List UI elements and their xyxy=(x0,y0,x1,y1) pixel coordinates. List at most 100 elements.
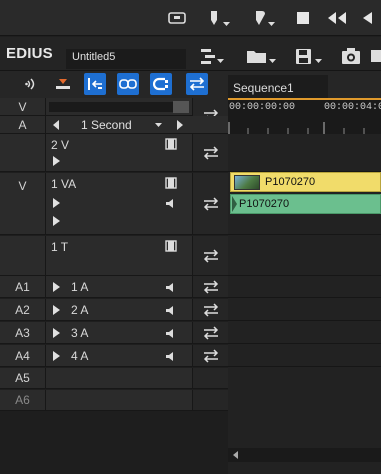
track-patch[interactable]: A4 xyxy=(0,345,46,366)
track-header-a5[interactable]: A5 xyxy=(0,368,228,389)
video-film-icon[interactable] xyxy=(165,177,177,189)
track-header-1t[interactable]: 1 T xyxy=(0,236,228,276)
track-patch[interactable] xyxy=(0,134,46,171)
track-sync-slot xyxy=(192,368,228,388)
video-clip[interactable]: P1070270 xyxy=(230,172,381,192)
rewind-icon xyxy=(328,12,346,24)
video-patch-row: V xyxy=(0,98,228,134)
speaker-icon[interactable] xyxy=(165,198,177,209)
sync-lock-button[interactable] xyxy=(186,73,208,95)
stop-button[interactable] xyxy=(292,6,314,30)
sync-arrows-icon xyxy=(203,348,218,363)
chevron-left-icon[interactable] xyxy=(53,120,60,130)
video-film-icon[interactable] xyxy=(165,138,177,150)
track-sync-button[interactable] xyxy=(192,322,228,343)
audio-waves-icon xyxy=(25,78,35,90)
chevron-down-icon[interactable] xyxy=(155,123,162,128)
expand-arrow-icon[interactable] xyxy=(53,351,60,361)
track-sync-button[interactable] xyxy=(192,299,228,320)
track-header-a3[interactable]: A3 3 A xyxy=(0,322,228,344)
track-header-a2[interactable]: A2 2 A xyxy=(0,299,228,321)
audio-monitor-button[interactable] xyxy=(22,73,44,95)
ripple-mode-button[interactable] xyxy=(84,73,106,95)
timeline-row-a3[interactable] xyxy=(228,322,381,344)
chevron-down-icon xyxy=(223,22,230,26)
track-sync-button[interactable] xyxy=(192,134,228,171)
ruler-ticks xyxy=(228,122,365,134)
video-patch-slider[interactable] xyxy=(47,98,191,115)
expand-arrow-icon[interactable] xyxy=(53,305,60,315)
video-film-icon[interactable] xyxy=(165,240,177,252)
audio-clip-label: P1070270 xyxy=(239,198,290,210)
track-sync-button[interactable] xyxy=(192,345,228,366)
marker-icon xyxy=(168,12,186,24)
expand-arrow-icon[interactable] xyxy=(53,198,60,208)
speaker-icon[interactable] xyxy=(165,282,177,293)
speaker-icon[interactable] xyxy=(165,328,177,339)
set-in-button[interactable] xyxy=(202,6,230,30)
track-header-a6[interactable]: A6 xyxy=(0,390,228,411)
track-patch[interactable]: A3 xyxy=(0,322,46,343)
marker-button[interactable] xyxy=(166,6,188,30)
insert-mode-button[interactable] xyxy=(52,73,74,95)
set-out-button[interactable] xyxy=(247,6,275,30)
tab-sequence1[interactable]: Sequence1 xyxy=(228,75,328,98)
camera-icon xyxy=(342,48,360,64)
track-patch[interactable]: A2 xyxy=(0,299,46,320)
track-patch[interactable]: A6 xyxy=(0,390,46,410)
insert-icon xyxy=(56,79,70,89)
expand-arrow-icon[interactable] xyxy=(53,216,60,226)
player-toolbar xyxy=(0,0,381,36)
sync-arrows-icon xyxy=(203,302,218,317)
open-project-button[interactable] xyxy=(246,46,276,66)
track-name: 3 A xyxy=(71,326,89,340)
speaker-icon[interactable] xyxy=(165,305,177,316)
timeline-row-a1[interactable] xyxy=(228,276,381,298)
chevron-right-icon[interactable] xyxy=(177,120,184,130)
scroll-left-icon[interactable] xyxy=(233,451,239,459)
previous-frame-icon xyxy=(363,12,372,24)
zoom-selector[interactable]: 1 Second xyxy=(47,116,191,133)
track-header-2v[interactable]: 2 V xyxy=(0,134,228,172)
timeline-row-a4[interactable] xyxy=(228,345,381,367)
stop-icon xyxy=(297,12,309,24)
timeline-area[interactable]: P1070270 P1070270 xyxy=(228,134,381,474)
sync-arrows-icon xyxy=(203,325,218,340)
app-bar: EDIUS Untitled5 xyxy=(0,37,381,71)
capture-button[interactable] xyxy=(341,46,361,66)
rewind-button[interactable] xyxy=(324,6,350,30)
sync-arrows-icon xyxy=(189,77,205,91)
track-sync-button[interactable] xyxy=(192,276,228,297)
clip-thumbnail xyxy=(234,175,260,190)
project-settings-button[interactable] xyxy=(200,46,224,66)
video-patch-label[interactable]: V xyxy=(0,98,46,115)
track-patch[interactable]: A1 xyxy=(0,276,46,297)
snap-button[interactable] xyxy=(150,73,172,95)
track-header-a4[interactable]: A4 4 A xyxy=(0,345,228,367)
audio-clip[interactable]: P1070270 xyxy=(230,194,381,214)
expand-arrow-icon[interactable] xyxy=(53,156,60,166)
expand-arrow-icon[interactable] xyxy=(53,282,60,292)
speaker-icon[interactable] xyxy=(165,351,177,362)
link-group-button[interactable] xyxy=(117,73,139,95)
audio-patch-label[interactable]: A xyxy=(0,116,46,133)
track-sync-button[interactable] xyxy=(192,173,228,234)
track-patch[interactable] xyxy=(0,236,46,275)
track-header-a1[interactable]: A1 1 A xyxy=(0,276,228,298)
project-name[interactable]: Untitled5 xyxy=(66,49,186,69)
timeline-row-2v[interactable] xyxy=(228,134,381,172)
previous-frame-button[interactable] xyxy=(356,6,378,30)
track-header-1va[interactable]: V 1 VA xyxy=(0,173,228,235)
clip-edge-marker xyxy=(232,196,237,212)
expand-arrow-icon[interactable] xyxy=(53,328,60,338)
track-sync-slot xyxy=(192,390,228,410)
timeline-row-1t[interactable] xyxy=(228,236,381,276)
track-patch[interactable]: V xyxy=(0,173,46,234)
save-project-button[interactable] xyxy=(295,46,323,66)
more-button[interactable] xyxy=(371,46,381,66)
timeline-ruler[interactable]: 00:00:00:00 00:00:04:0 xyxy=(228,98,381,134)
track-patch[interactable]: A5 xyxy=(0,368,46,388)
track-sync-button[interactable] xyxy=(192,236,228,275)
timeline-horizontal-scrollbar[interactable] xyxy=(228,448,381,462)
timeline-row-a2[interactable] xyxy=(228,299,381,321)
